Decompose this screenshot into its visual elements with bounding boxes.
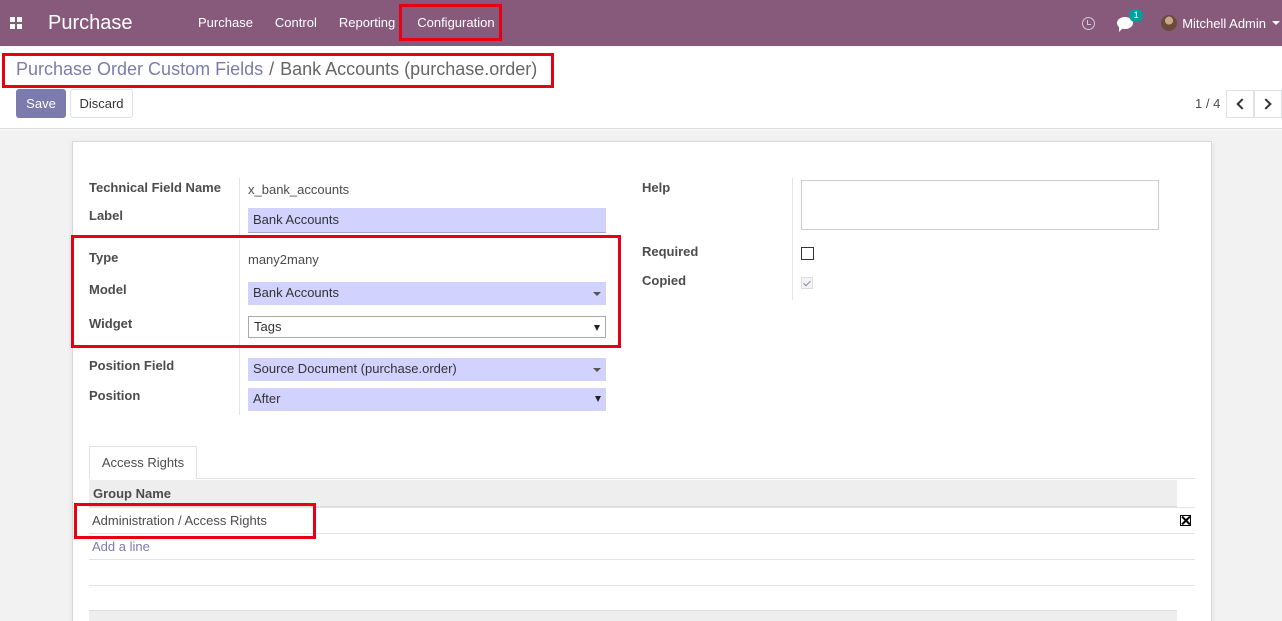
technical-field-name-value: x_bank_accounts [248,182,350,197]
position-field-select-value: Source Document (purchase.order) [253,361,457,376]
top-navbar: Purchase Purchase Control Reporting Conf… [0,0,1282,46]
delete-row-icon[interactable] [1180,515,1191,526]
table-header: Group Name [89,480,1177,507]
save-button[interactable]: Save [16,89,66,118]
breadcrumb-parent-link[interactable]: Purchase Order Custom Fields [16,59,263,79]
breadcrumb-separator: / [269,59,275,79]
row-divider [89,559,1195,560]
user-avatar[interactable] [1161,15,1178,31]
help-label: Help [642,180,671,195]
chat-counter-badge: 1 [1129,9,1144,22]
row-divider [89,533,1195,534]
messaging-menu[interactable]: 1 [1117,9,1144,32]
column-divider [792,178,793,300]
column-divider [239,178,240,238]
widget-select-value: Tags [254,319,282,334]
copied-label: Copied [642,273,687,288]
widget-select[interactable]: Tags [248,316,606,338]
app-name: Purchase [48,11,133,34]
technical-field-name-label: Technical Field Name [89,180,221,195]
position-select[interactable]: After [248,388,606,411]
notebook-tab-divider [89,478,1195,479]
table-row[interactable]: Administration / Access Rights [92,513,267,528]
navbar-systray: 1 Mitchell Admin [1082,0,1282,46]
add-line-link[interactable]: Add a line [92,539,150,554]
pager-next-button[interactable] [1254,90,1282,118]
activity-clock-icon[interactable] [1082,16,1096,30]
model-label: Model [89,282,127,297]
main-menu: Purchase Control Reporting Configuration [198,0,506,46]
menu-reporting[interactable]: Reporting [328,0,406,46]
position-label: Position [89,388,141,403]
pager-value[interactable]: 1 / 4 [1195,96,1220,111]
position-field-label: Position Field [89,358,175,373]
menu-control[interactable]: Control [264,0,328,46]
type-value: many2many [248,252,319,267]
apps-menu-icon[interactable] [10,17,22,29]
help-textarea[interactable] [801,180,1159,230]
widget-label: Widget [89,316,133,331]
dropdown-arrow-icon [595,396,601,402]
menu-configuration[interactable]: Configuration [406,0,505,46]
label-input[interactable]: Bank Accounts [248,208,606,233]
required-checkbox[interactable] [801,247,814,260]
discard-button[interactable]: Discard [70,89,133,118]
dropdown-arrow-icon [593,292,601,296]
breadcrumb: Purchase Order Custom Fields / Bank Accoun… [16,59,537,80]
model-select[interactable]: Bank Accounts [248,282,606,305]
position-field-select[interactable]: Source Document (purchase.order) [248,358,606,381]
chevron-right-icon [1260,98,1272,110]
control-panel: Purchase Order Custom Fields / Bank Accoun… [0,46,1282,129]
position-select-value: After [253,391,281,406]
column-header-group-name[interactable]: Group Name [93,486,171,501]
model-select-value: Bank Accounts [253,285,339,300]
dropdown-arrow-icon [594,325,600,331]
label-label: Label [89,208,123,223]
row-divider [89,507,1195,508]
pager-previous-button[interactable] [1226,90,1254,118]
table-footer [89,610,1177,621]
breadcrumb-current: Bank Accounts (purchase.order) [280,59,538,79]
row-divider [89,585,1195,586]
chevron-left-icon [1236,98,1248,110]
required-label: Required [642,244,699,259]
caret-down-icon[interactable] [1272,21,1280,25]
tab-access-rights[interactable]: Access Rights [89,446,197,479]
type-label: Type [89,250,119,265]
menu-purchase[interactable]: Purchase [198,0,264,46]
dropdown-arrow-icon [593,368,601,372]
checkmark-icon [803,278,811,287]
column-divider [239,240,240,415]
copied-checkbox [801,277,813,289]
user-menu-name[interactable]: Mitchell Admin [1182,16,1266,31]
